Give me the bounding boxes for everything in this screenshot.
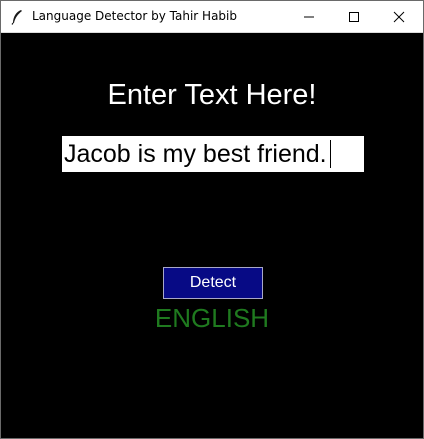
minimize-button[interactable] [286, 1, 332, 32]
text-input[interactable]: Jacob is my best friend. [62, 136, 364, 172]
page-title: Enter Text Here! [107, 79, 317, 111]
app-window: Language Detector by Tahir Habib Enter T… [0, 0, 424, 439]
title-bar[interactable]: Language Detector by Tahir Habib [1, 1, 423, 33]
minimize-icon [303, 11, 315, 23]
close-icon [393, 11, 405, 23]
maximize-button[interactable] [331, 1, 377, 32]
text-input-value: Jacob is my best friend. [64, 140, 327, 168]
main-panel: Enter Text Here! Jacob is my best friend… [1, 33, 423, 438]
detect-button[interactable]: Detect [163, 267, 263, 299]
maximize-icon [348, 11, 360, 23]
close-button[interactable] [376, 1, 422, 32]
window-title: Language Detector by Tahir Habib [32, 9, 238, 23]
text-cursor [329, 140, 331, 168]
feather-icon [10, 9, 24, 25]
detected-language-label: ENGLISH [154, 303, 270, 333]
